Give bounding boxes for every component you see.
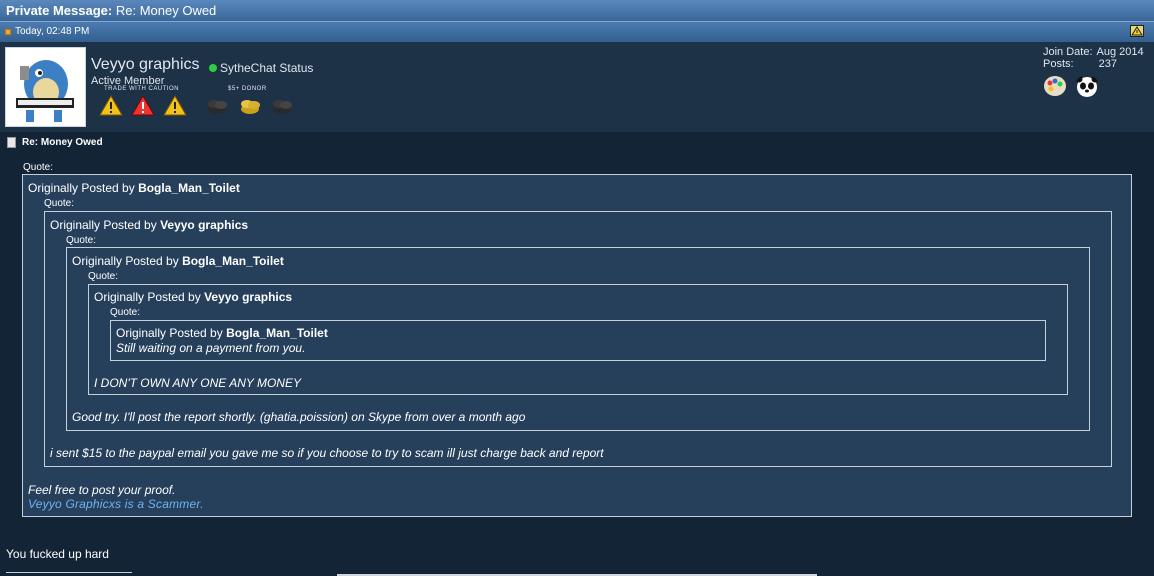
quote-box-2: Originally Posted by Veyyo graphics Quot…: [44, 211, 1112, 467]
title-prefix: Private Message:: [6, 3, 113, 18]
online-status-icon: [209, 64, 217, 72]
palette-icon: [1044, 76, 1066, 96]
quote-label: Quote:: [110, 307, 141, 318]
panda-icon: [1075, 75, 1099, 97]
post-status-icon: [5, 29, 11, 35]
quote-text: Feel free to post your proof.: [28, 483, 176, 497]
quote-text: i sent $15 to the paypal email you gave …: [50, 446, 604, 460]
quote-header: Originally Posted by Bogla_Man_Toilet: [72, 254, 284, 268]
trade-caution-label: TRADE WITH CAUTION: [104, 86, 179, 92]
chat-status-label: SytheChat Status: [220, 61, 314, 75]
posted-by-label: Originally Posted by: [116, 326, 223, 340]
posts-label: Posts:: [1043, 58, 1074, 70]
quote-author[interactable]: Veyyo graphics: [160, 218, 248, 232]
username[interactable]: Veyyo graphics: [91, 56, 200, 74]
quote-label: Quote:: [66, 235, 97, 246]
join-date-value: Aug 2014: [1096, 46, 1144, 58]
date-bar: Today, 02:48 PM: [0, 22, 1154, 42]
quote-header: Originally Posted by Bogla_Man_Toilet: [116, 326, 328, 340]
post-timestamp: Today, 02:48 PM: [15, 26, 90, 37]
post-body: Re: Money Owed Quote: Originally Posted …: [0, 132, 1154, 576]
quote-author[interactable]: Bogla_Man_Toilet: [138, 181, 240, 195]
quote-link[interactable]: Veyyo Graphicxs is a Scammer.: [28, 497, 204, 511]
quote-author[interactable]: Bogla_Man_Toilet: [182, 254, 284, 268]
title-bar: Private Message: Re: Money Owed: [0, 0, 1154, 22]
coin-stack-gold-icon: [241, 100, 260, 114]
user-info-bar: Veyyo graphics SytheChat Status Active M…: [0, 42, 1154, 132]
quote-box-5: Originally Posted by Bogla_Man_Toilet St…: [110, 320, 1046, 361]
quote-header: Originally Posted by Veyyo graphics: [94, 290, 292, 304]
avatar[interactable]: [5, 47, 86, 127]
quote-header: Originally Posted by Bogla_Man_Toilet: [28, 181, 240, 195]
quote-box-3: Originally Posted by Bogla_Man_Toilet Qu…: [66, 247, 1090, 431]
title-text: Re: Money Owed: [115, 3, 217, 18]
quote-label: Quote:: [44, 198, 75, 209]
posted-by-label: Originally Posted by: [94, 290, 201, 304]
coin-stack-dark-icon: [208, 100, 227, 114]
quote-text: I DON'T OWN ANY ONE ANY MONEY: [94, 376, 301, 390]
warning-icon: [99, 95, 123, 116]
post-message: You fucked up hard: [6, 547, 109, 561]
donor-label: $5+ DONOR: [228, 86, 267, 92]
join-date-label: Join Date:: [1043, 46, 1093, 58]
post-title: Re: Money Owed: [22, 137, 103, 148]
document-icon: [7, 137, 16, 148]
quote-label: Quote:: [88, 271, 119, 282]
signature-divider: [6, 572, 132, 573]
quote-label: Quote:: [23, 162, 54, 173]
window-title: Private Message: Re: Money Owed: [6, 3, 216, 18]
warning-red-icon: [131, 95, 155, 116]
quote-text: Still waiting on a payment from you.: [116, 341, 306, 355]
coin-stack-dark-icon: [273, 100, 292, 114]
posted-by-label: Originally Posted by: [50, 218, 157, 232]
chat-status[interactable]: SytheChat Status: [209, 61, 313, 75]
quote-box-1: Originally Posted by Bogla_Man_Toilet Qu…: [22, 174, 1132, 517]
quote-author[interactable]: Veyyo graphics: [204, 290, 292, 304]
quote-text: Good try. I'll post the report shortly. …: [72, 410, 526, 424]
quote-header: Originally Posted by Veyyo graphics: [50, 218, 248, 232]
report-warning-icon[interactable]: [1130, 25, 1144, 37]
posts-value: 237: [1098, 58, 1117, 70]
quote-box-4: Originally Posted by Veyyo graphics Quot…: [88, 284, 1068, 395]
user-stats: Join Date: Aug 2014 Posts: 237: [1043, 46, 1144, 70]
warning-icon: [163, 95, 187, 116]
posted-by-label: Originally Posted by: [72, 254, 179, 268]
posted-by-label: Originally Posted by: [28, 181, 135, 195]
quote-author[interactable]: Bogla_Man_Toilet: [226, 326, 328, 340]
